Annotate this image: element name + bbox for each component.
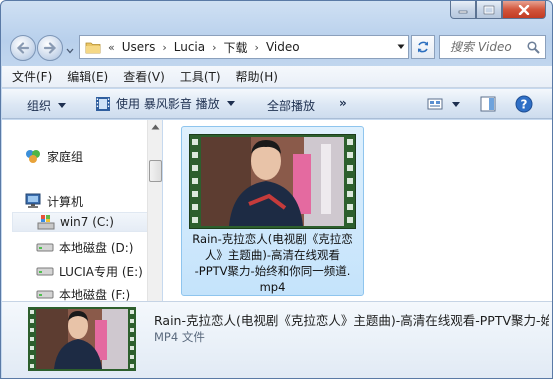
file-name-line: Rain-克拉恋人(电视剧《克拉恋 <box>192 232 353 246</box>
drive-icon <box>36 288 54 300</box>
details-file-type: MP4 文件 <box>154 330 205 344</box>
play-with-button[interactable]: 使用 暴风影音 播放 <box>95 95 235 112</box>
navigation-scrollbar[interactable] <box>147 120 162 301</box>
menu-help[interactable]: 帮助(H) <box>236 68 278 85</box>
file-name-label[interactable]: Rain-克拉恋人(电视剧《克拉恋 人》主题曲)-高清在线观看 -PPTV聚力-… <box>184 231 361 295</box>
breadcrumb-video[interactable]: Video <box>266 40 300 54</box>
search-box[interactable] <box>439 35 546 59</box>
menu-tools[interactable]: 工具(T) <box>180 68 221 85</box>
folder-icon <box>85 42 101 54</box>
menu-view[interactable]: 查看(V) <box>123 68 165 85</box>
organize-button[interactable]: 组织 <box>27 97 67 114</box>
help-icon: ? <box>515 95 533 113</box>
refresh-button[interactable] <box>411 35 435 59</box>
chevron-down-icon <box>66 48 74 54</box>
file-name-line: 人》主题曲)-高清在线观看 <box>204 248 341 262</box>
nav-item-drive-c[interactable]: win7 (C:) <box>12 212 157 232</box>
more-commands-button[interactable]: » <box>339 96 347 110</box>
change-view-button[interactable] <box>427 97 460 111</box>
view-icon <box>427 98 443 110</box>
back-button[interactable] <box>10 35 36 61</box>
nav-item-label: LUCIA专用 (E:) <box>59 264 143 279</box>
chevron-down-icon <box>226 101 235 106</box>
address-bar[interactable]: « Users › Lucia › 下载 › Video <box>79 35 409 59</box>
search-icon[interactable] <box>527 41 540 54</box>
preview-pane-icon <box>480 96 496 112</box>
homegroup-icon <box>24 148 42 164</box>
recent-pages-dropdown[interactable] <box>66 43 74 57</box>
computer-icon <box>24 193 42 209</box>
svg-text:?: ? <box>521 98 528 112</box>
close-icon <box>518 4 530 15</box>
drive-icon <box>36 265 54 277</box>
file-item[interactable]: Rain-克拉恋人(电视剧《克拉恋 人》主题曲)-高清在线观看 -PPTV聚力-… <box>181 126 364 296</box>
organize-label: 组织 <box>27 99 52 113</box>
film-icon <box>96 96 110 111</box>
maximize-button[interactable] <box>476 1 502 19</box>
more-label: » <box>339 96 347 110</box>
navigation-pane: 家庭组 计算机 win7 (C:) 本地磁盘 (D:) LUCIA专用 (E:) <box>2 120 162 302</box>
play-all-label: 全部播放 <box>267 99 316 113</box>
breadcrumb-separator[interactable]: › <box>212 41 216 54</box>
chevron-down-icon <box>58 103 67 108</box>
window-caption-buttons <box>450 1 546 19</box>
breadcrumb-separator[interactable]: › <box>162 41 166 54</box>
preview-pane-button[interactable] <box>480 96 496 115</box>
nav-item-label: 本地磁盘 (F:) <box>59 287 131 302</box>
refresh-icon <box>417 41 429 53</box>
breadcrumb-separator[interactable]: › <box>255 41 259 54</box>
play-all-button[interactable]: 全部播放 <box>267 97 315 114</box>
details-pane: Rain-克拉恋人(电视剧《克拉恋人》主题曲)-高清在线观看-PPTV聚力-始终… <box>2 301 552 378</box>
breadcrumb-users[interactable]: Users <box>122 40 156 54</box>
menu-file[interactable]: 文件(F) <box>12 68 52 85</box>
file-list: Rain-克拉恋人(电视剧《克拉恋 人》主题曲)-高清在线观看 -PPTV聚力-… <box>163 120 552 301</box>
minimize-button[interactable] <box>450 1 476 19</box>
menu-bar: 文件(F) 编辑(E) 查看(V) 工具(T) 帮助(H) <box>2 66 552 88</box>
play-with-label: 使用 暴风影音 播放 <box>116 97 220 111</box>
arrow-right-icon <box>43 42 57 54</box>
video-thumbnail <box>189 134 356 229</box>
maximize-icon <box>483 5 495 14</box>
explorer-window: « Users › Lucia › 下载 › Video 文件(F) 编辑(E)… <box>0 0 553 379</box>
nav-item-label: 家庭组 <box>47 149 84 164</box>
breadcrumb-overflow[interactable]: « <box>108 41 115 54</box>
minimize-icon <box>458 10 468 13</box>
chevron-down-icon[interactable] <box>397 44 405 50</box>
nav-item-label: 计算机 <box>47 194 84 209</box>
nav-item-label: win7 (C:) <box>60 215 114 229</box>
breadcrumb-downloads[interactable]: 下载 <box>224 39 248 56</box>
drive-icon <box>36 241 54 253</box>
details-file-name: Rain-克拉恋人(电视剧《克拉恋人》主题曲)-高清在线观看-PPTV聚力-始终… <box>154 313 549 328</box>
windows-drive-icon <box>37 214 55 230</box>
menu-edit[interactable]: 编辑(E) <box>67 68 108 85</box>
help-button[interactable]: ? <box>515 95 533 116</box>
arrow-left-icon <box>16 42 30 54</box>
scroll-up-icon[interactable] <box>151 124 160 130</box>
file-name-line: -PPTV聚力-始终和你同一频道. <box>194 264 351 278</box>
search-input[interactable] <box>450 40 520 54</box>
breadcrumb-lucia[interactable]: Lucia <box>174 40 205 54</box>
details-thumbnail <box>28 307 136 371</box>
scrollbar-thumb[interactable] <box>149 160 162 182</box>
file-name-line: mp4 <box>259 280 286 294</box>
chevron-down-icon <box>452 101 460 107</box>
nav-item-label: 本地磁盘 (D:) <box>59 240 134 255</box>
close-button[interactable] <box>502 1 546 19</box>
forward-button[interactable] <box>37 35 63 61</box>
command-bar: 组织 使用 暴风影音 播放 全部播放 » ? <box>2 89 552 119</box>
